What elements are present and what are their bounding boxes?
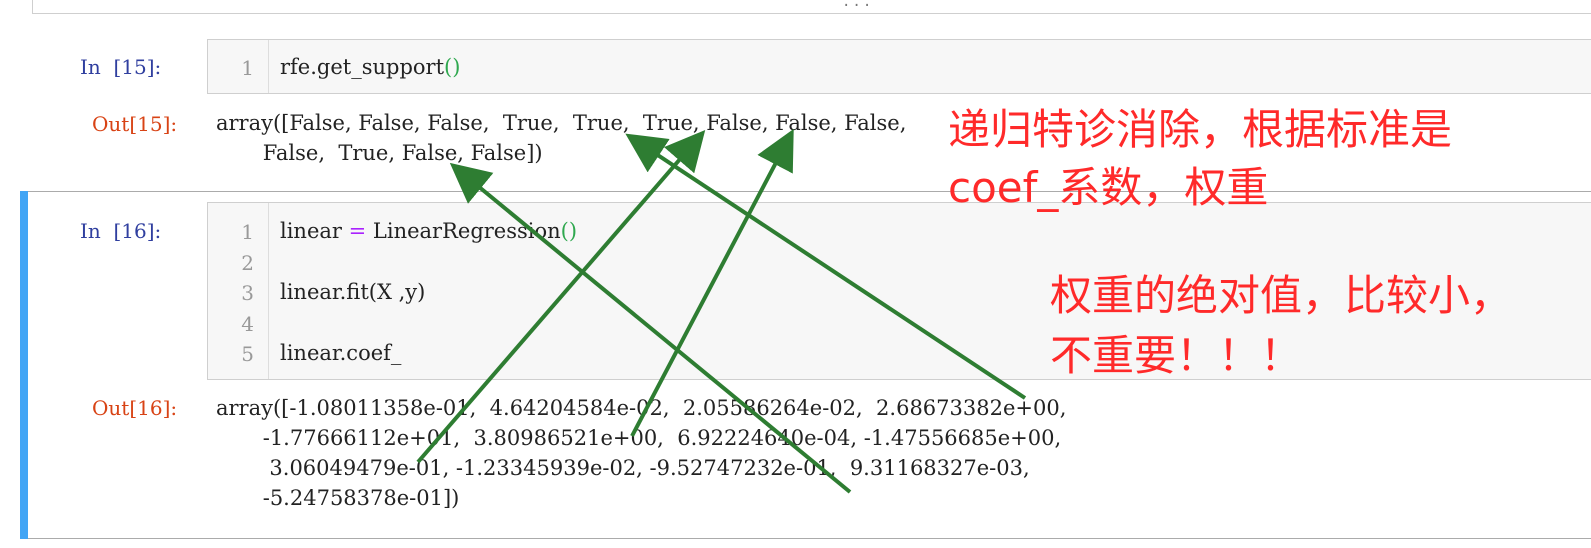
line-number: 1 [241,56,254,80]
output-line: -5.24758378e-01]) [216,486,460,510]
output-line: array([-1.08011358e-01, 4.64204584e-02, … [216,396,1067,420]
collapsed-output-ellipsis[interactable]: ... [842,0,873,10]
input-prompt-15: In [15]: [80,55,162,79]
annotation-rfe-note: coef_系数，权重 [948,163,1269,212]
annotation-weight-note: 不重要！！！ [1050,331,1303,380]
paren-close: ) [568,219,578,243]
paren-open: ( [560,219,569,243]
code-cell-15[interactable]: 1 rfe.get_support() [207,39,1591,94]
code-variable: linear [280,219,349,243]
annotation-weight-note: 权重的绝对值，比较小， [1050,271,1513,320]
cell-border-top [28,191,1591,192]
line-number-gutter: 1 2 3 4 5 [208,203,269,379]
assign-operator: = [348,219,367,243]
output-prompt-15: Out[15]: [92,112,178,136]
cell-border-bottom [28,538,1591,539]
code-class: LinearRegression [366,219,561,243]
annotation-rfe-note: 递归特诊消除，根据标准是 [948,105,1453,154]
output-line: 3.06049479e-01, -1.23345939e-02, -9.5274… [216,456,1030,480]
output-line: False, True, False, False]) [216,141,543,165]
line-number: 4 [241,312,254,336]
output-prompt-16: Out[16]: [92,396,178,420]
selected-cell-indicator [20,191,28,539]
line-number: 1 [241,220,254,244]
code-line[interactable]: linear.fit(X ,y) [280,280,425,304]
output-line: array([False, False, False, True, True, … [216,111,907,135]
previous-cell-output [32,0,1591,14]
input-prompt-16: In [16]: [80,219,162,243]
paren-close: ) [452,55,461,79]
output-line: -1.77666112e+01, 3.80986521e+00, 6.92224… [216,426,1062,450]
line-number: 2 [241,251,254,275]
code-line[interactable]: linear = LinearRegression() [280,219,577,243]
code-call: rfe.get_support [280,55,445,79]
line-number: 5 [241,342,254,366]
code-line[interactable]: rfe.get_support() [280,55,460,79]
line-number: 3 [241,281,254,305]
line-number-gutter: 1 [208,40,269,93]
code-line[interactable]: linear.coef_ [280,341,401,365]
